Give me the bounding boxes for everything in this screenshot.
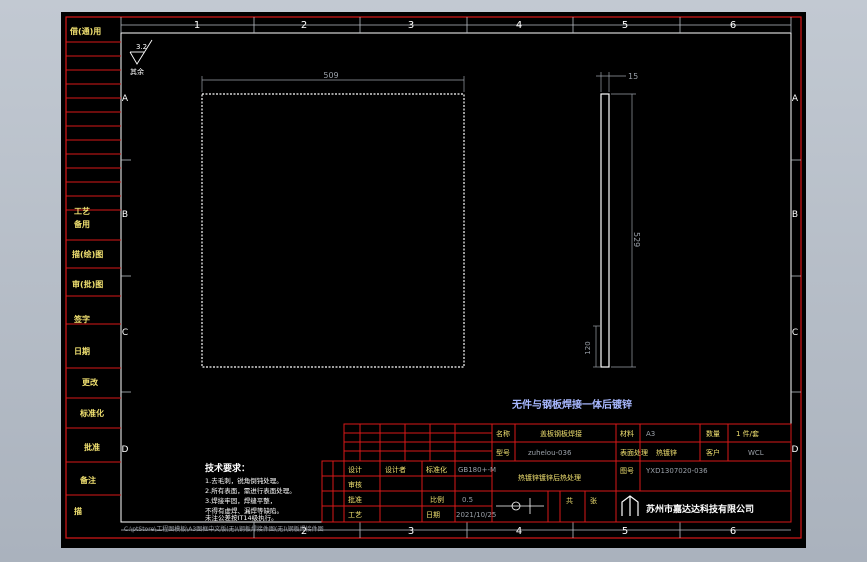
std-value: GB180+-M [458, 466, 496, 474]
col-label: 5 [622, 526, 628, 537]
sig-row-label: 审核 [348, 480, 362, 489]
col-label: 1 [194, 20, 200, 31]
roughness-note: 其余 [130, 67, 144, 76]
strip-label: 标准化 [79, 408, 104, 418]
strip-label: 描 [74, 506, 82, 516]
col-label: 6 [730, 526, 736, 537]
col-label: 3 [408, 526, 414, 537]
company-name: 苏州市嘉达达科技有限公司 [646, 503, 754, 515]
tech-req-line: 1.去毛刺，锐角倒钝处理。 [205, 476, 283, 485]
strip-label: 日期 [74, 346, 90, 356]
drawing-no-value: YXD1307020-036 [645, 467, 708, 475]
part-label: 材料 [620, 429, 634, 438]
name-value: 盖板钢板焊接 [540, 429, 582, 438]
cad-drawing-viewport[interactable]: 1 2 3 4 5 6 2 3 4 5 6 A B C D A B C D 借(… [0, 0, 867, 562]
part-value: A3 [646, 430, 655, 438]
sig-col-label: 标准化 [426, 465, 447, 474]
file-path: C:\ptStore\工程图模板\A3图框中文版(无)\钢板焊接件图(无)\钢板… [124, 525, 324, 533]
row-label: D [792, 445, 799, 455]
drawing-no-label: 图号 [620, 467, 634, 475]
sig-value: 设计者 [385, 465, 406, 474]
weight-value: 1 件/套 [736, 429, 759, 438]
strip-label: 更改 [82, 377, 99, 387]
small-dimension-label: 120 [584, 341, 592, 354]
date-value: 2021/10/25 [456, 511, 496, 519]
sig-row-label: 批准 [348, 495, 362, 504]
sheet-b: 张 [590, 496, 597, 505]
sheet-a: 共 [566, 496, 573, 505]
name-label: 名称 [496, 429, 510, 438]
col-label: 2 [301, 20, 307, 31]
spec-value: 热镀锌镀锌后热处理 [518, 473, 581, 482]
row-label: D [122, 445, 129, 455]
col-label: 4 [516, 526, 522, 537]
strip-top-label: 借(通)用 [69, 26, 101, 36]
strip-label: 签字 [73, 314, 90, 324]
row-label: C [122, 328, 128, 338]
width-dimension-label: 509 [323, 71, 338, 80]
thickness-dimension-label: 15 [628, 72, 638, 81]
row-label: C [792, 328, 798, 338]
row-label: A [792, 94, 799, 104]
roughness-value: 3.2 [136, 43, 147, 51]
model-value: zuhelou-036 [528, 449, 572, 457]
customer-value: WCL [748, 449, 764, 457]
tech-req-line: 3.焊接牢固，焊缝平整， [205, 496, 276, 505]
tech-req-line: 未注公差按IT14级执行。 [205, 513, 278, 522]
sig-col-label: 日期 [426, 511, 440, 519]
strip-label: 备用 [73, 219, 90, 229]
tech-req-line: 2.所有表面，需进行表面处理。 [205, 486, 296, 495]
row-label: A [122, 94, 129, 104]
col-label: 4 [516, 20, 522, 31]
col-label: 5 [622, 20, 628, 31]
col-label: 6 [730, 20, 736, 31]
strip-label: 批准 [84, 442, 100, 452]
col-label: 3 [408, 20, 414, 31]
tech-req-title: 技术要求： [205, 462, 250, 474]
model-label: 型号 [496, 448, 510, 457]
strip-label: 描(绘)图 [72, 249, 103, 259]
strip-label: 工艺 [74, 206, 90, 216]
process-value: 热镀锌 [656, 448, 677, 457]
row-label: B [122, 210, 128, 220]
height-dimension-label: 529 [632, 232, 641, 247]
customer-label: 客户 [706, 448, 720, 457]
sig-row-label: 设计 [348, 465, 362, 474]
row-label: B [792, 210, 798, 220]
scale-value: 0.5 [462, 496, 473, 504]
sig-row-label: 工艺 [348, 511, 362, 519]
strip-label: 备注 [79, 475, 96, 485]
process-label: 表面处理 [620, 448, 648, 457]
process-note: 无件与钢板焊接一体后镀锌 [511, 398, 632, 411]
weight-label: 数量 [706, 429, 720, 438]
strip-label: 审(批)图 [72, 279, 103, 289]
scale-label: 比例 [430, 495, 444, 504]
